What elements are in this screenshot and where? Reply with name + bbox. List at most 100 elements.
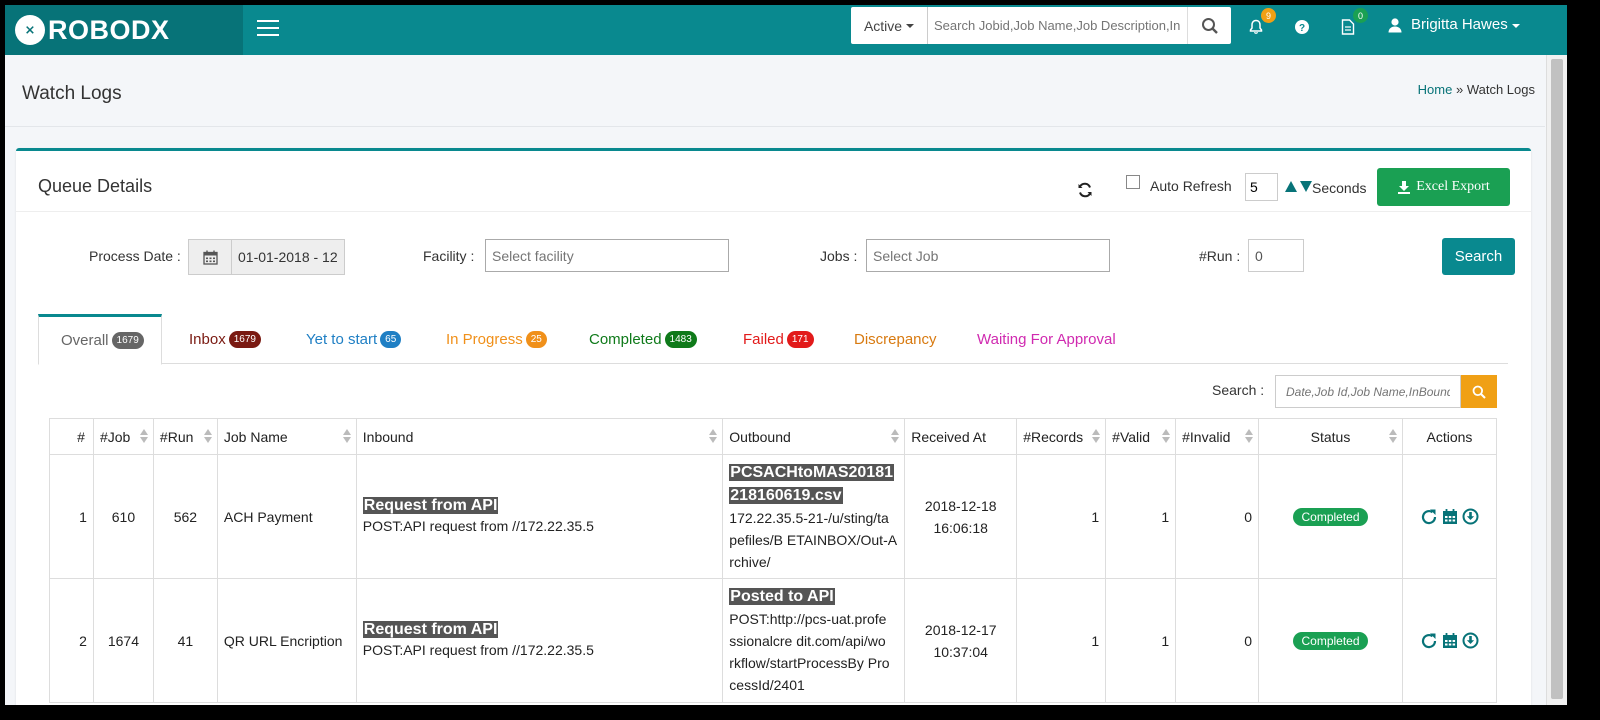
- sort-icon[interactable]: [1092, 429, 1101, 443]
- jobs-select[interactable]: [866, 239, 1110, 272]
- table-header-row: # #Job #Run Job Name Inbound Outbound Re…: [49, 418, 1498, 455]
- global-search-input[interactable]: [928, 7, 1187, 44]
- calendar-icon[interactable]: [1442, 508, 1458, 526]
- logo-text: ROBODX: [48, 14, 170, 45]
- help-button[interactable]: ?: [1292, 17, 1312, 37]
- tab-label: Completed: [589, 330, 662, 348]
- status-filter-value: Active: [863, 17, 903, 34]
- tab-count-badge: 1679: [111, 332, 144, 349]
- column-header[interactable]: #: [49, 418, 94, 455]
- breadcrumb-current: Watch Logs: [1466, 82, 1535, 97]
- table-search-label: Search :: [1212, 382, 1265, 398]
- sort-icon[interactable]: [203, 429, 212, 443]
- rerun-icon[interactable]: [1420, 632, 1438, 650]
- tab-completed[interactable]: Completed 1483: [589, 314, 697, 364]
- status-tabs: Overall 1679 Inbox 1679 Yet to start 65 …: [38, 314, 1508, 365]
- tab-label: Discrepancy: [854, 330, 937, 348]
- sort-icon[interactable]: [1388, 429, 1397, 443]
- column-header-label: Status: [1310, 428, 1351, 445]
- document-icon: [1341, 19, 1355, 35]
- sort-icon[interactable]: [1162, 429, 1171, 443]
- excel-export-button[interactable]: Excel Export: [1377, 168, 1510, 206]
- download-circle-icon[interactable]: [1462, 632, 1479, 649]
- vertical-scrollbar[interactable]: [1546, 55, 1567, 705]
- menu-toggle-icon[interactable]: [257, 20, 279, 37]
- sort-icon[interactable]: [891, 429, 900, 443]
- row-index: 1: [49, 454, 94, 579]
- column-header[interactable]: Job Name: [216, 418, 357, 455]
- table-search-input[interactable]: [1275, 375, 1461, 408]
- sort-icon[interactable]: [139, 429, 148, 443]
- job-name: QR URL Encription: [216, 578, 357, 703]
- column-header[interactable]: Actions: [1401, 418, 1498, 455]
- process-date-input[interactable]: [232, 240, 344, 274]
- run-input[interactable]: [1248, 239, 1304, 272]
- facility-label: Facility :: [423, 248, 475, 264]
- status-filter-dropdown[interactable]: Active: [851, 7, 928, 44]
- tab-yet-to-start[interactable]: Yet to start 65: [306, 314, 402, 364]
- user-menu[interactable]: Brigitta Hawes: [1387, 16, 1520, 33]
- notifications-bell[interactable]: 9: [1246, 8, 1276, 37]
- column-header[interactable]: Outbound: [722, 418, 906, 455]
- tab-waiting-for-approval[interactable]: Waiting For Approval: [977, 314, 1116, 364]
- tab-in-progress[interactable]: In Progress 25: [446, 314, 547, 364]
- column-header[interactable]: #Job: [92, 418, 154, 455]
- column-header[interactable]: Inbound: [355, 418, 724, 455]
- download-circle-icon[interactable]: [1462, 508, 1479, 525]
- valid-count: 1: [1105, 454, 1177, 579]
- tab-count-badge: 1679: [228, 330, 261, 348]
- page-title: Watch Logs: [22, 83, 122, 104]
- auto-refresh-toggle[interactable]: Auto Refresh: [1126, 175, 1232, 194]
- calendar-icon[interactable]: [1442, 632, 1458, 650]
- process-date-label: Process Date :: [89, 248, 181, 264]
- bell-icon: [1249, 19, 1263, 34]
- column-header-label: Received At: [911, 428, 986, 445]
- tab-overall[interactable]: Overall 1679: [38, 314, 162, 365]
- breadcrumb-home-link[interactable]: Home: [1418, 82, 1453, 97]
- column-header[interactable]: #Valid: [1105, 418, 1177, 455]
- logo[interactable]: ⨯ ROBODX: [5, 5, 243, 55]
- filter-search-button[interactable]: Search: [1442, 238, 1515, 275]
- table-search-button[interactable]: [1461, 375, 1497, 408]
- svg-text:?: ?: [1299, 23, 1305, 34]
- scrollbar-thumb[interactable]: [1551, 59, 1563, 699]
- column-header[interactable]: #Invalid: [1175, 418, 1260, 455]
- global-search-group: Active: [851, 7, 1231, 44]
- table-row[interactable]: 2 1674 41 QR URL Encription Request from…: [49, 578, 1498, 703]
- column-header[interactable]: #Run: [152, 418, 218, 455]
- outbound-line: 172.22.35.5-21-/u/sting/ta: [729, 509, 889, 526]
- rerun-icon[interactable]: [1420, 508, 1438, 526]
- process-date-picker[interactable]: [188, 239, 345, 275]
- inbound-title: Request from API: [362, 620, 499, 638]
- tab-inbox[interactable]: Inbox 1679: [189, 314, 261, 364]
- tab-count-badge: 171: [786, 330, 814, 348]
- column-header[interactable]: #Records: [1016, 418, 1107, 455]
- calendar-button[interactable]: [189, 240, 232, 274]
- reports-button[interactable]: 0: [1338, 8, 1368, 37]
- tab-label: Yet to start: [306, 330, 378, 348]
- queue-details-card: Queue Details Auto Refresh Seconds Excel…: [16, 148, 1531, 705]
- table-row[interactable]: 1 610 562 ACH Payment Request from API P…: [49, 454, 1498, 579]
- sort-icon[interactable]: [1245, 429, 1254, 443]
- tab-discrepancy[interactable]: Discrepancy: [854, 314, 937, 364]
- refresh-button[interactable]: [1076, 181, 1094, 202]
- global-search-button[interactable]: [1187, 7, 1231, 44]
- increment-arrow-icon[interactable]: [1285, 181, 1297, 192]
- facility-select[interactable]: [485, 239, 729, 272]
- column-header[interactable]: Received At: [904, 418, 1018, 455]
- sort-icon[interactable]: [342, 429, 351, 443]
- calendar-icon: [202, 250, 218, 265]
- records-count: 1: [1016, 454, 1107, 579]
- refresh-interval-input[interactable]: [1245, 173, 1278, 201]
- inbound-detail: POST:API request from //172.22.35.5: [362, 517, 594, 534]
- received-time: 16:06:18: [933, 519, 988, 536]
- decrement-arrow-icon[interactable]: [1300, 181, 1312, 192]
- download-icon: [1398, 181, 1411, 194]
- user-name: Brigitta Hawes: [1411, 16, 1508, 33]
- column-header[interactable]: Status: [1258, 418, 1403, 455]
- tab-failed[interactable]: Failed 171: [743, 314, 814, 364]
- sort-icon[interactable]: [709, 429, 718, 443]
- auto-refresh-checkbox[interactable]: [1126, 175, 1140, 189]
- column-header-label: Actions: [1426, 428, 1473, 445]
- status-cell: Completed: [1258, 578, 1403, 703]
